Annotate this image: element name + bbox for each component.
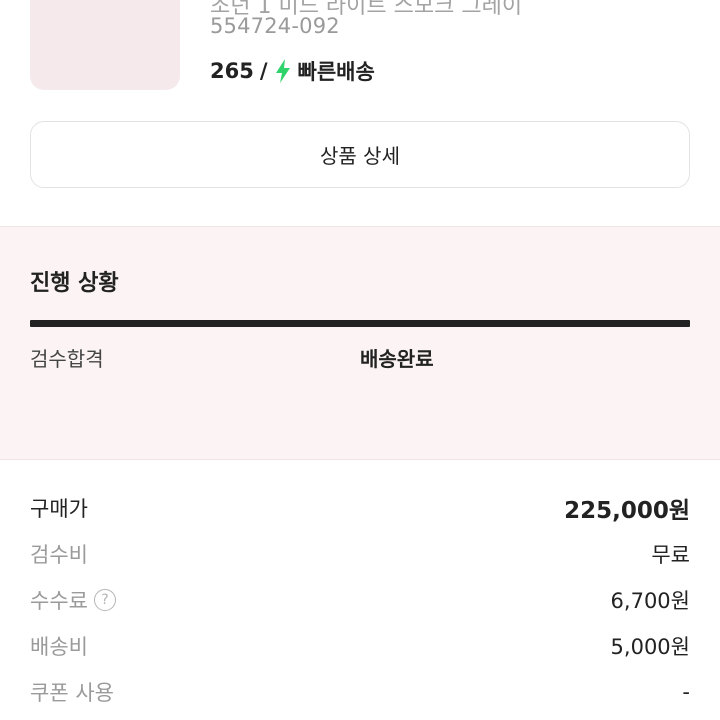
product-summary: 조던 1 미드 라이트 스모크 그레이 554724-092 265 / 빠른배… [0,0,720,110]
price-row-coupon: 쿠폰 사용 - [30,676,690,708]
fast-shipping-badge: 빠른배송 [297,60,375,84]
price-value: 5,000원 [610,635,690,659]
product-size: 265 [210,59,254,83]
price-row-commission: 수수료 ? 6,700원 [30,584,690,616]
step-delivered: 배송완료 [360,347,434,371]
price-row-shipping-fee: 배송비 5,000원 [30,630,690,662]
price-label-wrapper: 수수료 ? [30,585,116,615]
progress-bar [30,320,690,327]
progress-title: 진행 상황 [30,271,119,296]
price-value: 225,000원 [564,498,690,524]
step-inspection-passed: 검수합격 [30,347,104,371]
price-label: 배송비 [30,635,88,659]
lightning-icon [275,59,290,83]
product-model-number: 554724-092 [210,14,340,38]
price-row-purchase: 구매가 225,000원 [30,492,690,524]
price-label: 쿠폰 사용 [30,681,114,705]
price-value: 무료 [651,543,690,567]
product-detail-button[interactable]: 상품 상세 [30,121,690,188]
price-value: - [682,680,690,704]
price-label: 구매가 [30,497,88,521]
separator: / [259,59,268,83]
product-thumbnail[interactable] [30,0,180,90]
price-label: 수수료 [30,589,88,613]
size-shipping-line: 265 / 빠른배송 [210,56,375,86]
price-label: 검수비 [30,543,88,567]
price-value: 6,700원 [610,589,690,613]
help-icon[interactable]: ? [93,589,116,611]
price-row-inspection-fee: 검수비 무료 [30,538,690,570]
progress-section: 진행 상황 검수합격 배송완료 [0,226,720,460]
